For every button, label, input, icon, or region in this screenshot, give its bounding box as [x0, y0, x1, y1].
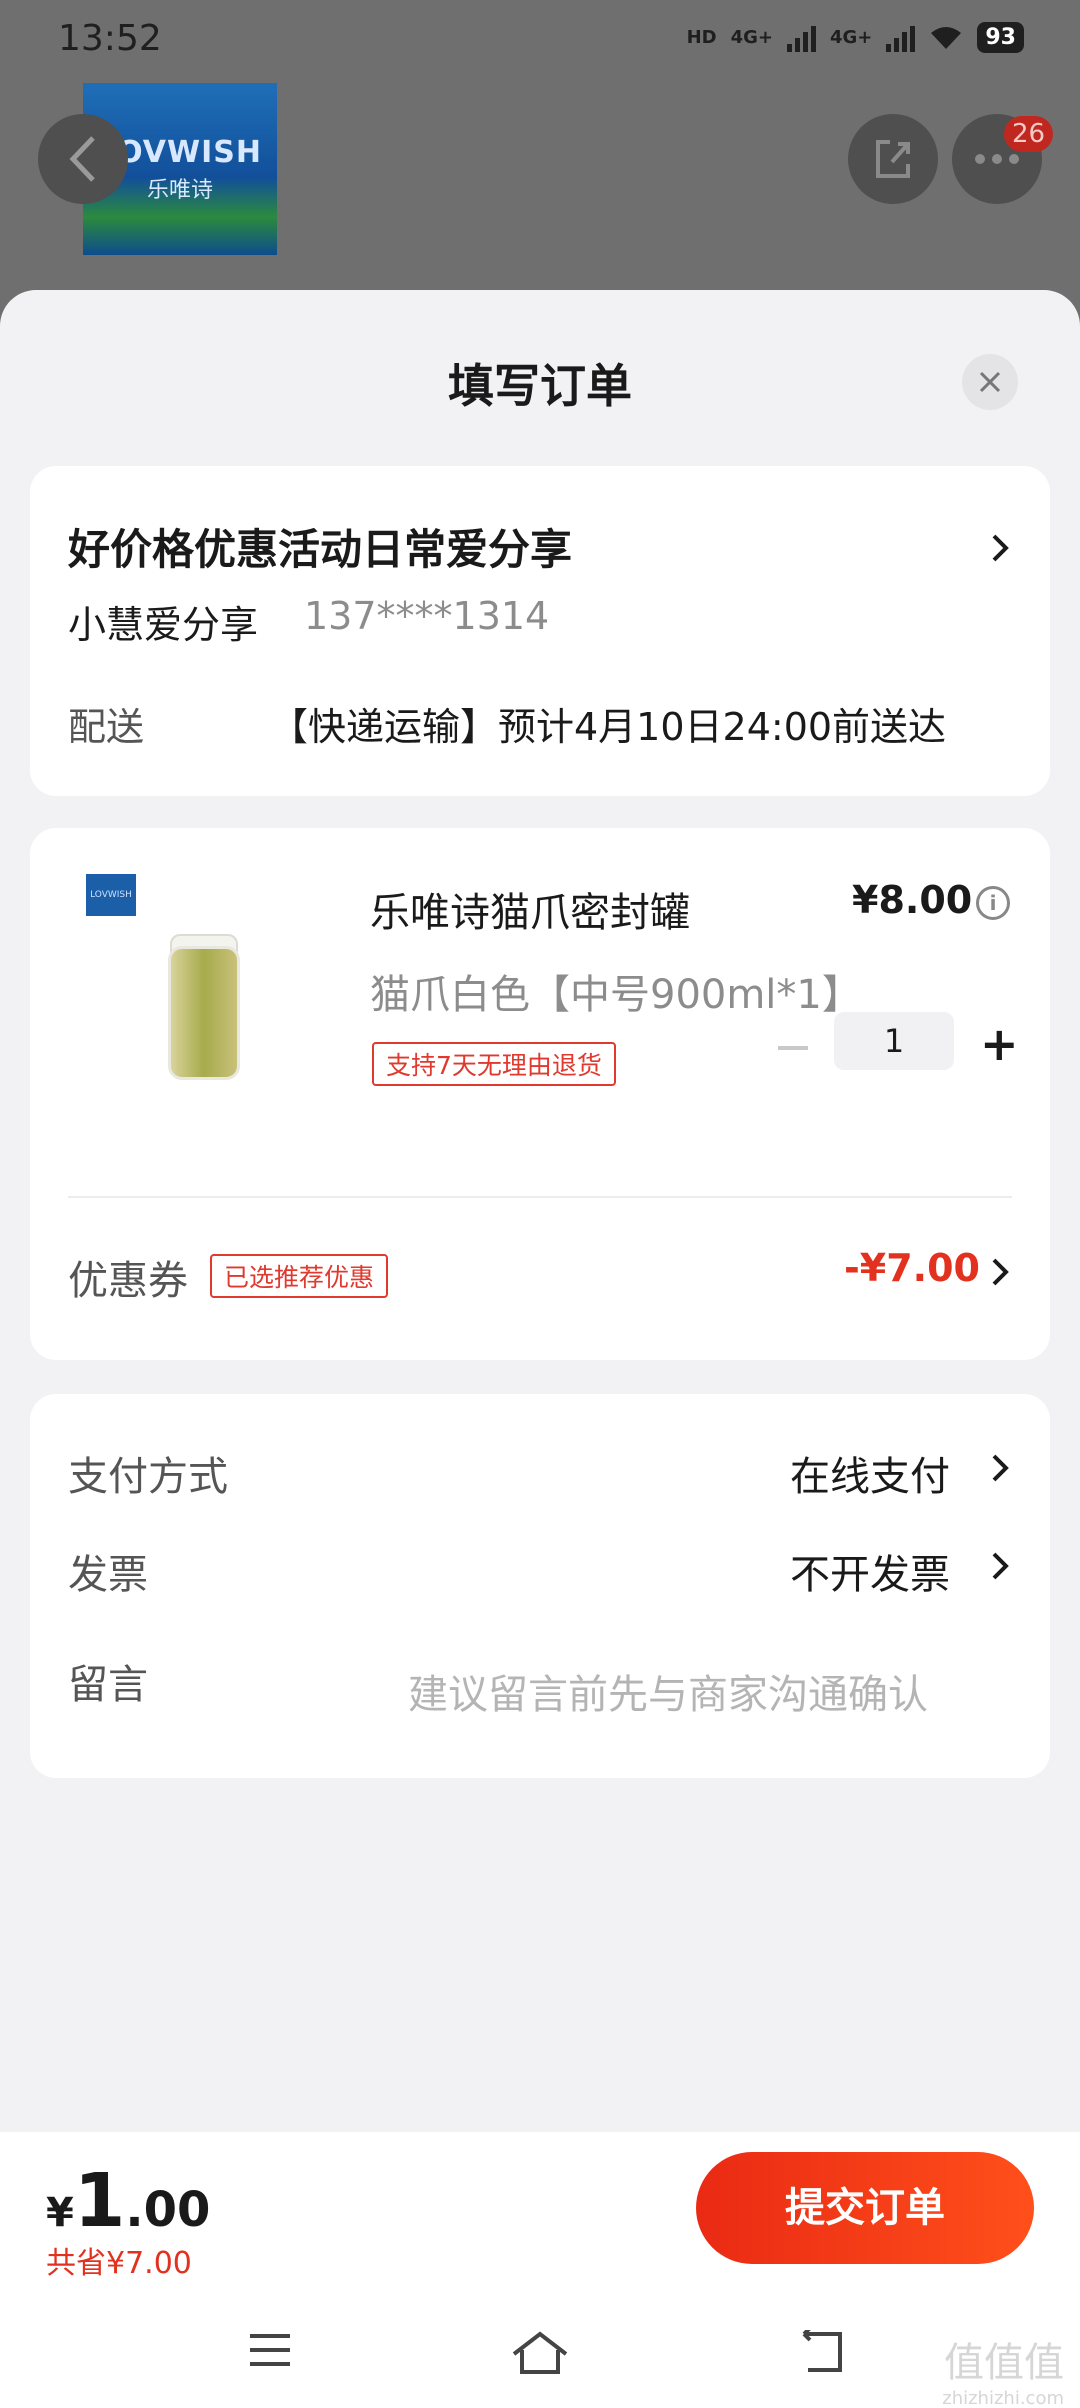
- battery-icon: 93: [977, 22, 1024, 53]
- coupon-tag: 已选推荐优惠: [210, 1254, 389, 1298]
- chevron-right-icon[interactable]: [990, 1256, 1010, 1288]
- chevron-right-icon[interactable]: [990, 1550, 1010, 1582]
- watermark-text: 值值值: [944, 2340, 1064, 2386]
- total-price: ¥1.00: [46, 2158, 210, 2244]
- currency-symbol: ¥: [46, 2190, 74, 2236]
- status-time: 13:52: [58, 18, 162, 59]
- watermark: 值值值 zhizhizhi.com: [942, 2330, 1064, 2408]
- bottom-bar: ¥1.00 共省¥7.00 提交订单: [0, 2132, 1080, 2408]
- invoice-value[interactable]: 不开发票: [790, 1542, 950, 1600]
- quantity-input[interactable]: 1: [834, 1012, 954, 1070]
- shipping-value: 【快递运输】预计4月10日24:00前送达: [270, 705, 947, 749]
- message-badge: 26: [1004, 116, 1054, 152]
- system-nav-bar: [0, 2302, 1080, 2408]
- brand-logo-subtext: 乐唯诗: [146, 177, 213, 203]
- close-icon: [979, 371, 1001, 393]
- payment-method-label: 支付方式: [68, 1454, 228, 1500]
- total-int: 1: [73, 2158, 126, 2244]
- saved-amount: 共省¥7.00: [46, 2246, 192, 2281]
- quantity-increase-button[interactable]: +: [980, 1021, 1019, 1067]
- more-dots-icon: [975, 154, 1019, 164]
- note-label: 留言: [68, 1662, 148, 1708]
- info-icon[interactable]: i: [976, 886, 1010, 920]
- close-button[interactable]: [962, 354, 1018, 410]
- shipping-label: 配送: [68, 705, 145, 749]
- chevron-right-icon[interactable]: [990, 1452, 1010, 1484]
- network-4g-label: 4G+: [730, 27, 773, 48]
- divider: [68, 1196, 1012, 1198]
- quantity-decrease-button[interactable]: [778, 1046, 808, 1050]
- back-nav-icon[interactable]: [800, 2330, 850, 2376]
- recipient-name: 小慧爱分享: [68, 603, 259, 647]
- hd-icon: HD: [686, 27, 717, 48]
- network-4g-label-2: 4G+: [829, 27, 873, 48]
- product-name[interactable]: 乐唯诗猫爪密封罐: [370, 880, 690, 938]
- chevron-right-icon: [992, 534, 1009, 562]
- note-input[interactable]: 建议留言前先与商家沟通确认: [408, 1662, 928, 1720]
- back-button[interactable]: [38, 114, 128, 204]
- total-dec: .00: [125, 2182, 211, 2238]
- product-card: LOVWISH 乐唯诗猫爪密封罐 ¥8.00 i 猫爪白色【中号900ml*1】…: [30, 828, 1050, 1360]
- product-brand-logo: LOVWISH: [86, 874, 136, 916]
- chevron-left-icon: [69, 136, 95, 182]
- address-title: 好价格优惠活动日常爱分享: [68, 525, 573, 574]
- return-policy-tag: 支持7天无理由退货: [372, 1042, 616, 1086]
- status-icons: HD 4G+ 4G+ 93: [687, 22, 1024, 53]
- address-card[interactable]: 好价格优惠活动日常爱分享 小慧爱分享 137****1314 配送 【快递运输】…: [30, 466, 1050, 796]
- product-price: ¥8.00: [852, 878, 973, 922]
- menu-icon[interactable]: [246, 2330, 294, 2370]
- share-icon: [876, 140, 910, 178]
- product-image[interactable]: [168, 946, 240, 1080]
- submit-order-button[interactable]: 提交订单: [696, 2152, 1034, 2264]
- coupon-label: 优惠券: [68, 1258, 188, 1304]
- sheet-title: 填写订单: [448, 359, 632, 413]
- signal-icon-2: [886, 24, 916, 52]
- payment-method-value[interactable]: 在线支付: [790, 1444, 950, 1502]
- signal-icon: [786, 24, 816, 52]
- wifi-icon: [931, 26, 962, 49]
- home-icon[interactable]: [510, 2330, 570, 2376]
- order-sheet: 填写订单 好价格优惠活动日常爱分享 小慧爱分享 137****1314 配送 【…: [0, 290, 1080, 2408]
- invoice-label: 发票: [68, 1552, 148, 1598]
- coupon-value[interactable]: -¥7.00: [844, 1246, 980, 1290]
- status-bar: 13:52 HD 4G+ 4G+ 93: [0, 0, 1080, 80]
- share-button[interactable]: [848, 114, 938, 204]
- watermark-url: zhizhizhi.com: [942, 2388, 1064, 2408]
- recipient-phone: 137****1314: [304, 594, 550, 638]
- product-spec: 猫爪白色【中号900ml*1】: [370, 972, 862, 1018]
- payment-card: 支付方式 在线支付 发票 不开发票 留言 建议留言前先与商家沟通确认: [30, 1394, 1050, 1778]
